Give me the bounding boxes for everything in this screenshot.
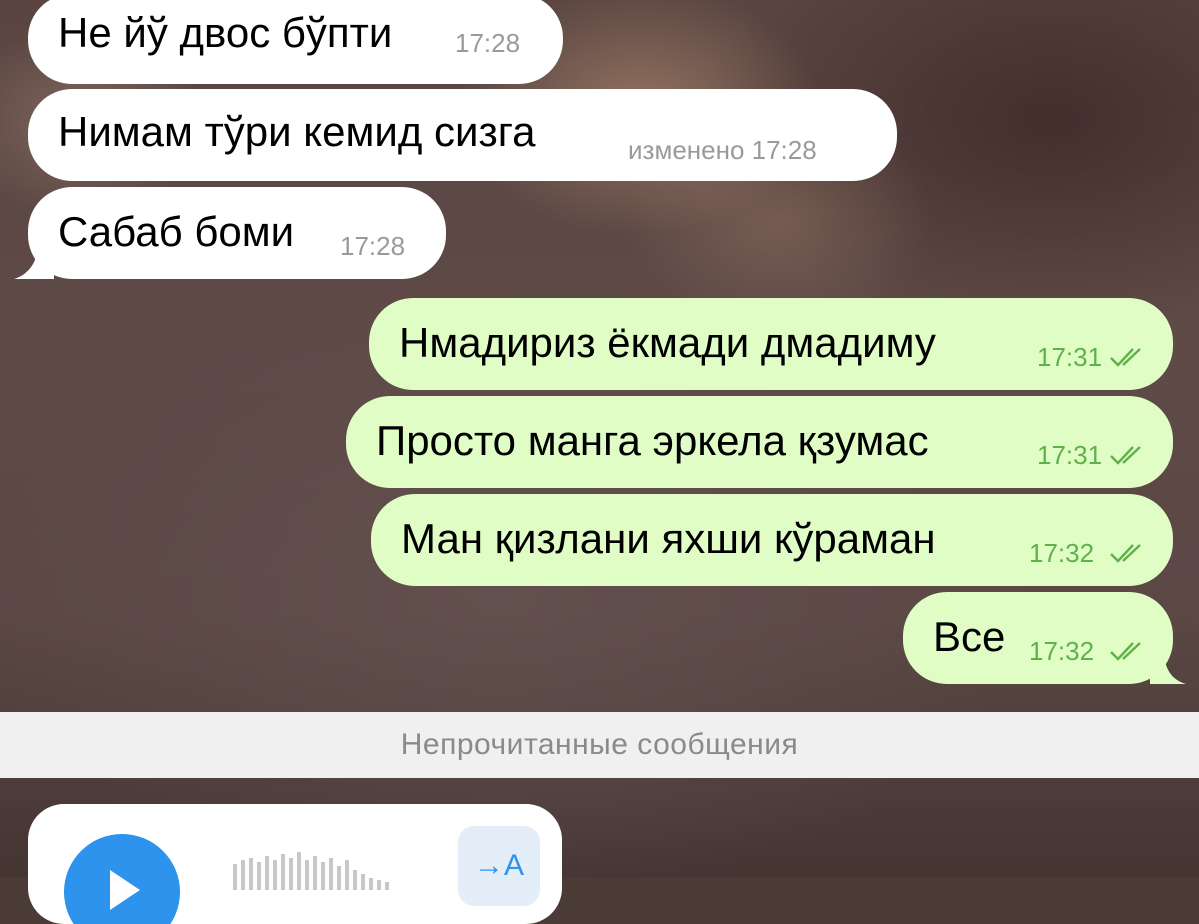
outgoing-message[interactable]: Нмадириз ёкмади дмадиму 17:31 xyxy=(369,298,1173,390)
message-time: 17:31 xyxy=(1037,440,1103,470)
play-icon[interactable] xyxy=(64,834,180,924)
unread-messages-divider: Непрочитанные сообщения xyxy=(0,712,1199,778)
read-check-icon xyxy=(1110,446,1141,465)
voice-message[interactable]: →A xyxy=(28,804,562,924)
message-text: Нмадириз ёкмади дмадиму xyxy=(399,319,936,366)
message-text: Нимам тўри кемид сизга xyxy=(58,108,536,155)
outgoing-message[interactable]: Просто манга эркела қзумас 17:31 xyxy=(346,396,1173,488)
read-check-icon xyxy=(1110,348,1141,367)
incoming-message[interactable]: Не йў двос бўпти 17:28 xyxy=(28,0,563,84)
voice-waveform[interactable] xyxy=(233,850,413,890)
read-check-icon xyxy=(1110,544,1141,563)
message-edited-time: изменено 17:28 xyxy=(628,135,817,165)
message-time: 17:32 xyxy=(1029,636,1095,666)
message-text: Все xyxy=(933,613,1006,660)
outgoing-message[interactable]: Ман қизлани яхши кўраман 17:32 xyxy=(371,494,1173,586)
message-time: 17:28 xyxy=(455,28,521,58)
incoming-message[interactable]: Сабаб боми 17:28 xyxy=(28,187,446,279)
incoming-message[interactable]: Нимам тўри кемид сизга изменено 17:28 xyxy=(28,89,897,181)
transcribe-button[interactable]: →A xyxy=(458,826,540,906)
unread-messages-label: Непрочитанные сообщения xyxy=(400,728,799,761)
message-time: 17:31 xyxy=(1037,342,1103,372)
outgoing-message[interactable]: Все 17:32 xyxy=(903,592,1173,684)
read-check-icon xyxy=(1110,642,1141,661)
message-text: Не йў двос бўпти xyxy=(58,9,393,56)
incoming-bubble-tail xyxy=(14,249,54,279)
message-time: 17:32 xyxy=(1029,538,1095,568)
outgoing-bubble-tail xyxy=(1150,656,1186,684)
message-text: Сабаб боми xyxy=(58,208,295,255)
message-time: 17:28 xyxy=(340,231,406,261)
message-text: Просто манга эркела қзумас xyxy=(376,417,929,464)
message-text: Ман қизлани яхши кўраман xyxy=(401,515,936,562)
